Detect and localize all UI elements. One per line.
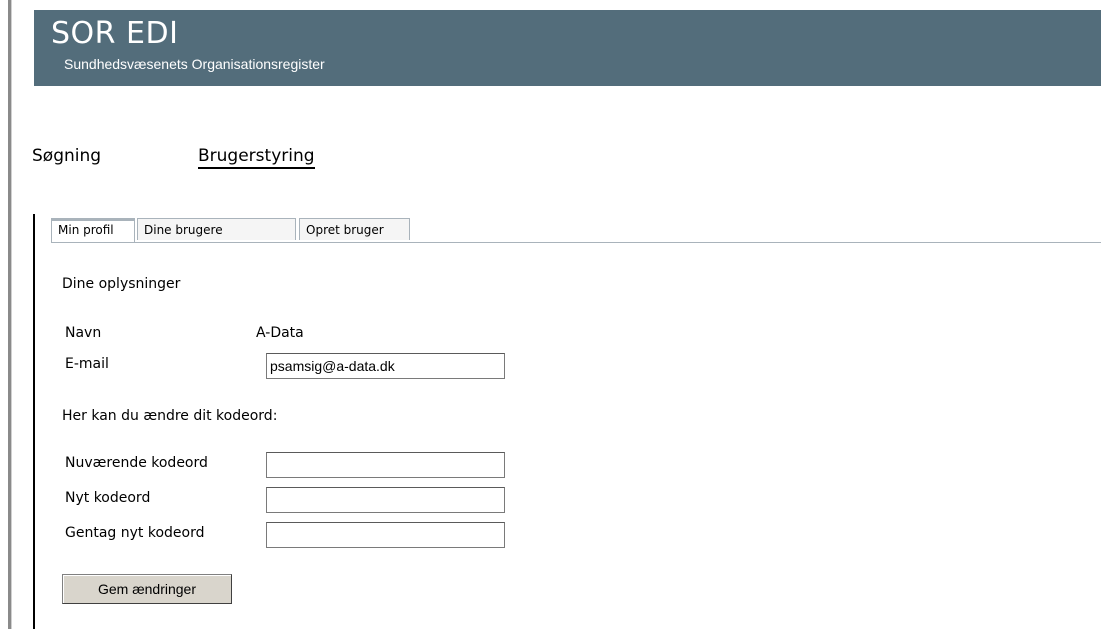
name-label: Navn xyxy=(65,325,102,341)
email-label: E-mail xyxy=(65,356,109,372)
current-password-row: Nuværende kodeord xyxy=(62,452,562,478)
current-password-label: Nuværende kodeord xyxy=(65,455,208,471)
current-password-field[interactable] xyxy=(266,452,505,478)
repeat-password-field[interactable] xyxy=(266,522,505,548)
name-value: A-Data xyxy=(256,325,304,341)
name-row: Navn A-Data xyxy=(62,322,562,346)
tab-your-users[interactable]: Dine brugere xyxy=(137,218,296,240)
left-border xyxy=(8,0,12,629)
page: SOR EDI Sundhedsvæsenets Organisationsre… xyxy=(0,0,1101,629)
email-row: E-mail xyxy=(62,353,562,379)
panel-border xyxy=(33,214,35,629)
new-password-field[interactable] xyxy=(266,487,505,513)
email-field[interactable] xyxy=(266,353,505,379)
nav-link-user-admin[interactable]: Brugerstyring xyxy=(198,146,315,169)
section-title: Dine oplysninger xyxy=(62,276,181,292)
tab-my-profile[interactable]: Min profil xyxy=(51,218,135,242)
repeat-password-label: Gentag nyt kodeord xyxy=(65,525,205,541)
tab-create-user[interactable]: Opret bruger xyxy=(299,218,410,240)
app-subtitle: Sundhedsvæsenets Organisationsregister xyxy=(64,56,325,72)
header-banner: SOR EDI Sundhedsvæsenets Organisationsre… xyxy=(34,10,1101,86)
new-password-row: Nyt kodeord xyxy=(62,487,562,513)
nav-link-search[interactable]: Søgning xyxy=(32,146,101,166)
password-intro: Her kan du ændre dit kodeord: xyxy=(62,408,278,424)
save-changes-button[interactable]: Gem ændringer xyxy=(62,574,232,604)
app-title: SOR EDI xyxy=(51,16,179,51)
tab-bar-divider xyxy=(51,242,1101,243)
repeat-password-row: Gentag nyt kodeord xyxy=(62,522,562,548)
new-password-label: Nyt kodeord xyxy=(65,490,151,506)
